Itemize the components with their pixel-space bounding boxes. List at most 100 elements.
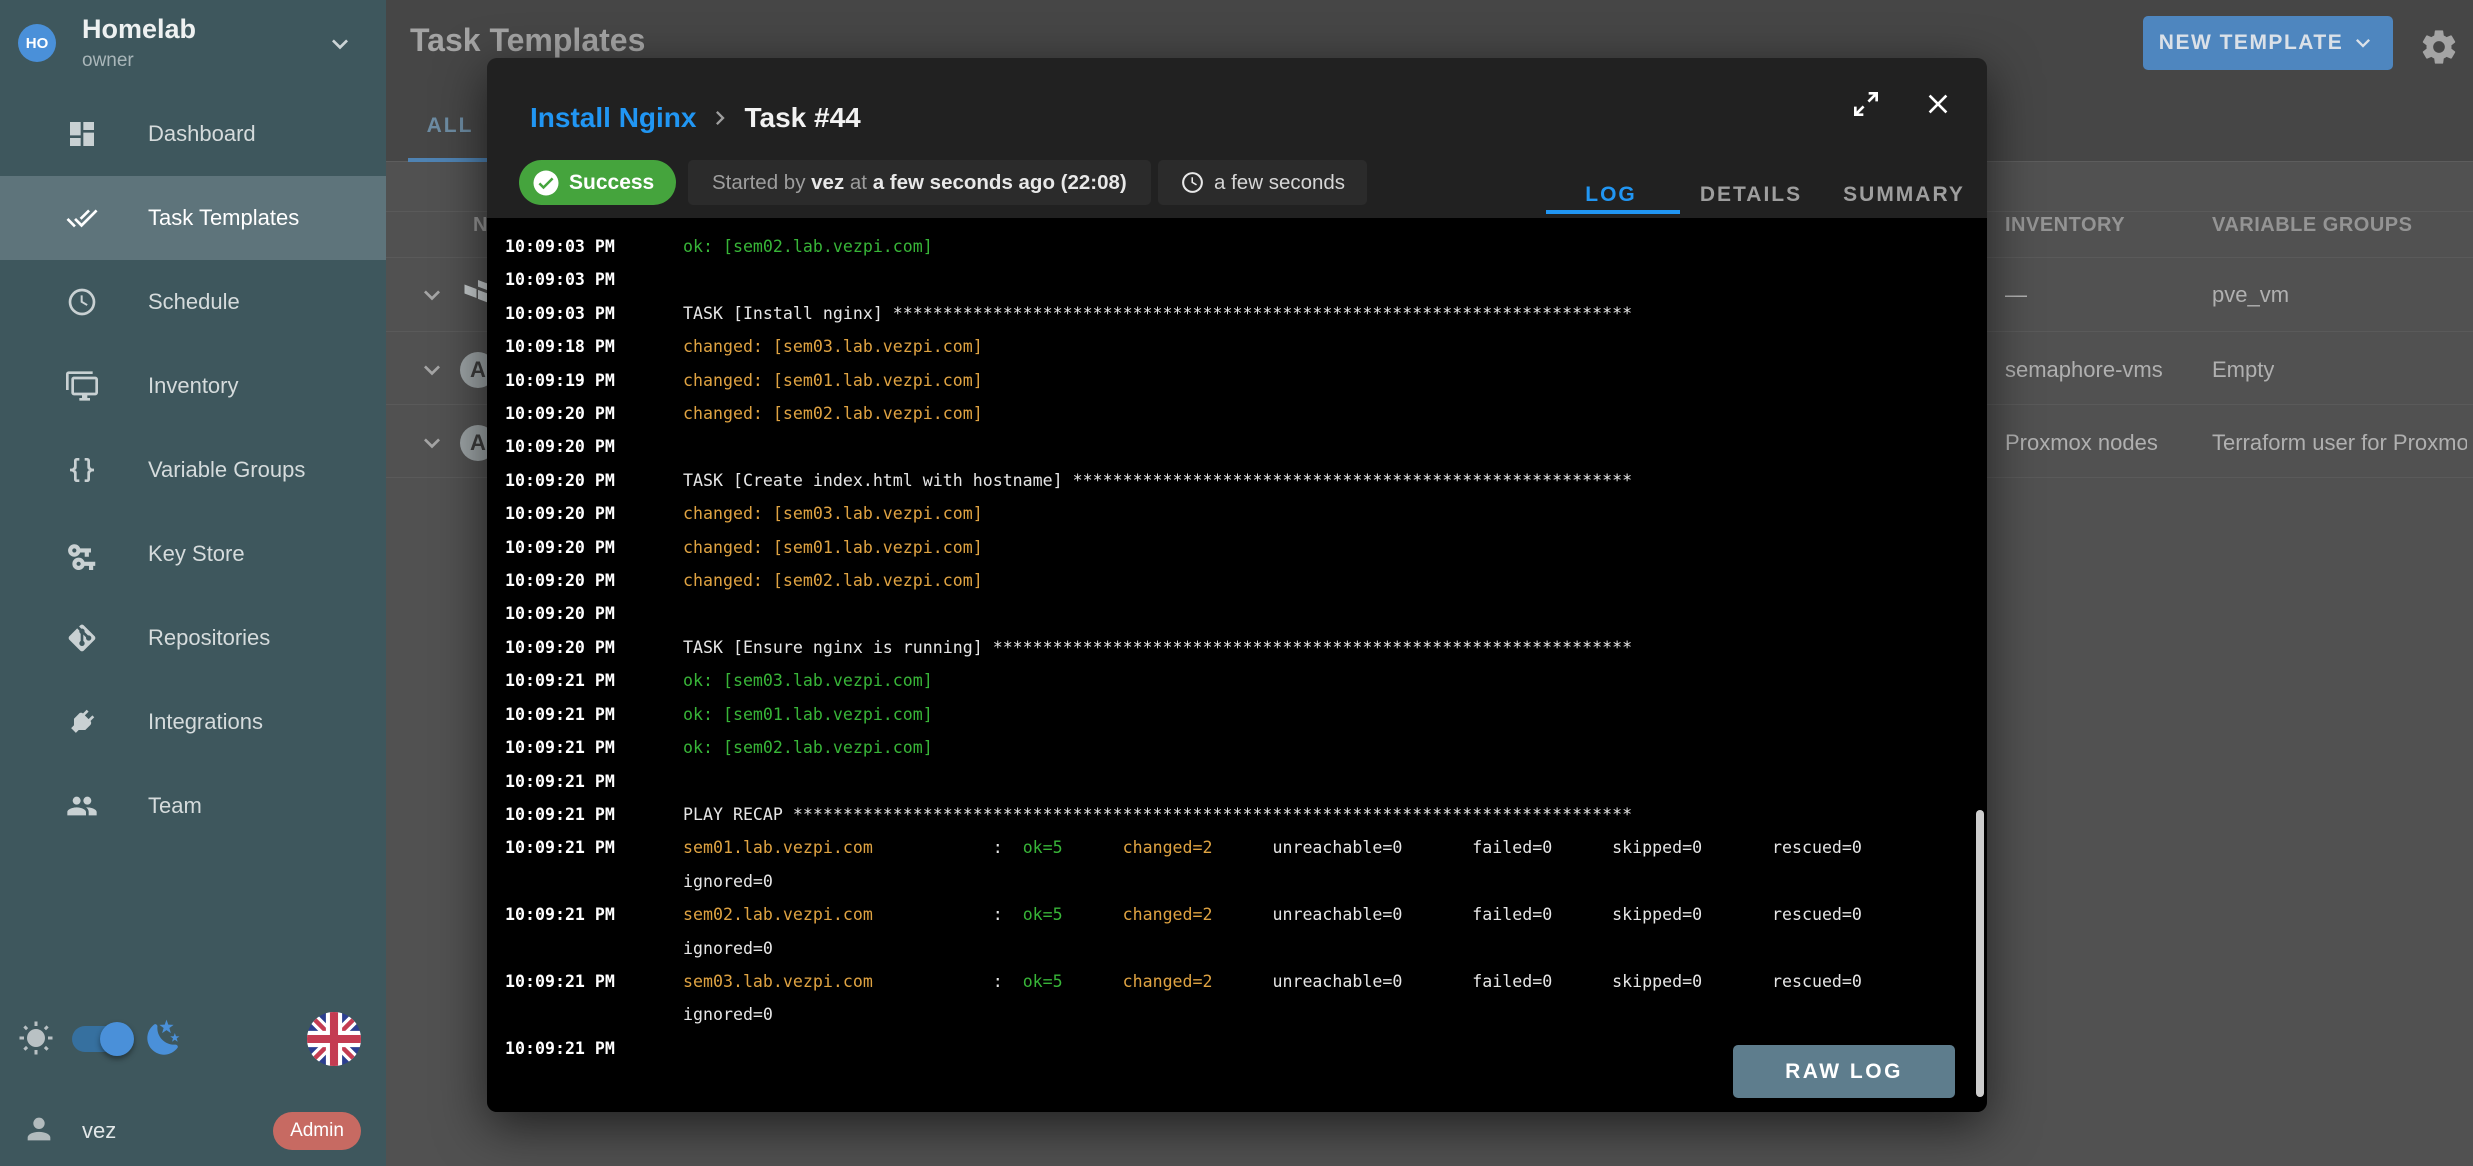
log-timestamp: 10:09:20 PM xyxy=(505,397,667,430)
tab-all[interactable]: ALL xyxy=(408,114,492,138)
log-timestamp: 10:09:21 PM xyxy=(505,1032,667,1065)
project-switcher-chevron-icon[interactable] xyxy=(324,28,356,60)
log-timestamp: 10:09:21 PM xyxy=(505,664,667,697)
log-timestamp: 10:09:21 PM xyxy=(505,831,667,898)
log-lines: 10:09:03 PMok: [sem02.lab.vezpi.com]10:0… xyxy=(505,230,1959,1065)
tab-log[interactable]: LOG xyxy=(1585,183,1637,207)
log-line: 10:09:20 PM xyxy=(505,597,1959,630)
cell-inventory: Proxmox nodes xyxy=(2005,430,2158,456)
sidebar-item-team[interactable]: Team xyxy=(0,764,386,848)
tab-all-underline xyxy=(408,158,492,162)
cell-variable-groups: pve_vm xyxy=(2212,282,2289,308)
user-name[interactable]: vez xyxy=(82,1118,116,1144)
log-message: ok: [sem03.lab.vezpi.com] xyxy=(683,664,1959,697)
expand-dialog-icon[interactable] xyxy=(1850,88,1882,120)
chevron-down-icon xyxy=(2349,29,2377,57)
log-timestamp: 10:09:20 PM xyxy=(505,430,667,463)
log-timestamp: 10:09:21 PM xyxy=(505,965,667,1032)
duration-label: a few seconds xyxy=(1214,171,1345,195)
log-timestamp: 10:09:03 PM xyxy=(505,297,667,330)
log-message: ok: [sem02.lab.vezpi.com] xyxy=(683,731,1959,764)
log-line: 10:09:03 PM TASK [Install nginx] ********… xyxy=(505,297,1959,330)
close-icon[interactable] xyxy=(1922,88,1954,120)
log-message: TASK [Install nginx] *******************… xyxy=(683,297,1959,330)
log-line: 10:09:21 PM ok: [sem03.lab.vezpi.com] xyxy=(505,664,1959,697)
user-account-icon[interactable] xyxy=(22,1112,56,1146)
page-title: Task Templates xyxy=(410,22,645,59)
task-dialog: Install Nginx Task #44 Success Started b… xyxy=(487,58,1987,1112)
active-tab-underline xyxy=(1546,210,1680,214)
log-line: 10:09:21 PMsem02.lab.vezpi.com : ok=5 ch… xyxy=(505,898,1959,965)
row-expand-chevron-icon[interactable] xyxy=(416,354,448,386)
tab-summary[interactable]: SUMMARY xyxy=(1843,183,1965,207)
log-message: changed: [sem02.lab.vezpi.com] xyxy=(683,397,1959,430)
project-role: owner xyxy=(82,50,134,72)
log-line: 10:09:21 PMok: [sem01.lab.vezpi.com] xyxy=(505,698,1959,731)
task-dialog-breadcrumb: Install Nginx Task #44 xyxy=(530,102,861,134)
log-scrollbar-thumb[interactable] xyxy=(1976,810,1984,1097)
language-uk-flag-icon[interactable] xyxy=(307,1012,361,1066)
log-timestamp: 10:09:20 PM xyxy=(505,531,667,564)
log-message: changed: [sem02.lab.vezpi.com] xyxy=(683,564,1959,597)
duration-chip: a few seconds xyxy=(1158,160,1367,205)
sidebar-item-integrations[interactable]: Integrations xyxy=(0,680,386,764)
log-timestamp: 10:09:19 PM xyxy=(505,364,667,397)
project-avatar: HO xyxy=(18,24,56,62)
log-message: sem03.lab.vezpi.com : ok=5 changed=2 unr… xyxy=(683,965,1959,1032)
dashboard-icon xyxy=(66,118,98,150)
sidebar-item-dashboard[interactable]: Dashboard xyxy=(0,92,386,176)
log-timestamp: 10:09:21 PM xyxy=(505,698,667,731)
sidebar-item-repositories[interactable]: Repositories xyxy=(0,596,386,680)
log-line: 10:09:21 PM xyxy=(505,765,1959,798)
sidebar-nav: Dashboard Task Templates Schedule Invent… xyxy=(0,92,386,848)
clock-icon xyxy=(66,286,98,318)
task-log-output: 10:09:03 PMok: [sem02.lab.vezpi.com]10:0… xyxy=(487,218,1987,1112)
log-line: 10:09:03 PM xyxy=(505,263,1959,296)
sidebar-item-inventory[interactable]: Inventory xyxy=(0,344,386,428)
sidebar-item-key-store[interactable]: Key Store xyxy=(0,512,386,596)
sidebar-item-variable-groups[interactable]: Variable Groups xyxy=(0,428,386,512)
theme-toggle-thumb[interactable] xyxy=(100,1022,134,1056)
new-template-button[interactable]: NEW TEMPLATE xyxy=(2143,16,2393,70)
row-expand-chevron-icon[interactable] xyxy=(416,427,448,459)
braces-icon xyxy=(66,454,98,486)
light-theme-sun-icon[interactable] xyxy=(18,1020,54,1056)
tab-details[interactable]: DETAILS xyxy=(1700,183,1802,207)
sidebar-item-label: Task Templates xyxy=(148,205,299,231)
settings-gear-icon[interactable] xyxy=(2419,27,2459,67)
log-message: sem01.lab.vezpi.com : ok=5 changed=2 unr… xyxy=(683,831,1959,898)
log-timestamp: 10:09:03 PM xyxy=(505,230,667,263)
git-icon xyxy=(66,622,98,654)
theme-toggle[interactable] xyxy=(72,1026,130,1052)
log-line: 10:09:19 PMchanged: [sem01.lab.vezpi.com… xyxy=(505,364,1959,397)
status-badge: Success xyxy=(519,160,676,205)
log-line: 10:09:20 PM changed: [sem02.lab.vezpi.com… xyxy=(505,397,1959,430)
sidebar-item-label: Variable Groups xyxy=(148,457,305,483)
log-message: changed: [sem03.lab.vezpi.com] xyxy=(683,330,1959,363)
log-line: 10:09:20 PMchanged: [sem03.lab.vezpi.com… xyxy=(505,497,1959,530)
template-link[interactable]: Install Nginx xyxy=(530,102,696,134)
log-message: TASK [Create index.html with hostname] *… xyxy=(683,464,1959,497)
log-message: changed: [sem03.lab.vezpi.com] xyxy=(683,497,1959,530)
log-line: 10:09:21 PMsem01.lab.vezpi.com : ok=5 ch… xyxy=(505,831,1959,898)
column-header-variable-groups: VARIABLE GROUPS xyxy=(2212,214,2412,237)
log-message: sem02.lab.vezpi.com : ok=5 changed=2 unr… xyxy=(683,898,1959,965)
check-all-icon xyxy=(66,202,98,234)
cell-variable-groups: Terraform user for Proxmox xyxy=(2212,430,2467,456)
log-timestamp: 10:09:18 PM xyxy=(505,330,667,363)
status-label: Success xyxy=(569,171,654,195)
log-timestamp: 10:09:20 PM xyxy=(505,464,667,497)
dark-theme-moon-icon[interactable] xyxy=(144,1018,184,1058)
log-message xyxy=(683,765,1959,798)
sidebar-item-schedule[interactable]: Schedule xyxy=(0,260,386,344)
log-timestamp: 10:09:21 PM xyxy=(505,731,667,764)
plug-icon xyxy=(66,706,98,738)
task-title: Task #44 xyxy=(744,102,860,134)
started-by-user: vez xyxy=(811,171,844,195)
row-expand-chevron-icon[interactable] xyxy=(416,279,448,311)
cell-variable-groups: Empty xyxy=(2212,357,2274,383)
log-line: 10:09:20 PMTASK [Ensure nginx is running… xyxy=(505,631,1959,664)
sidebar-item-label: Schedule xyxy=(148,289,240,315)
sidebar-item-task-templates[interactable]: Task Templates xyxy=(0,176,386,260)
raw-log-button[interactable]: RAW LOG xyxy=(1733,1045,1955,1098)
